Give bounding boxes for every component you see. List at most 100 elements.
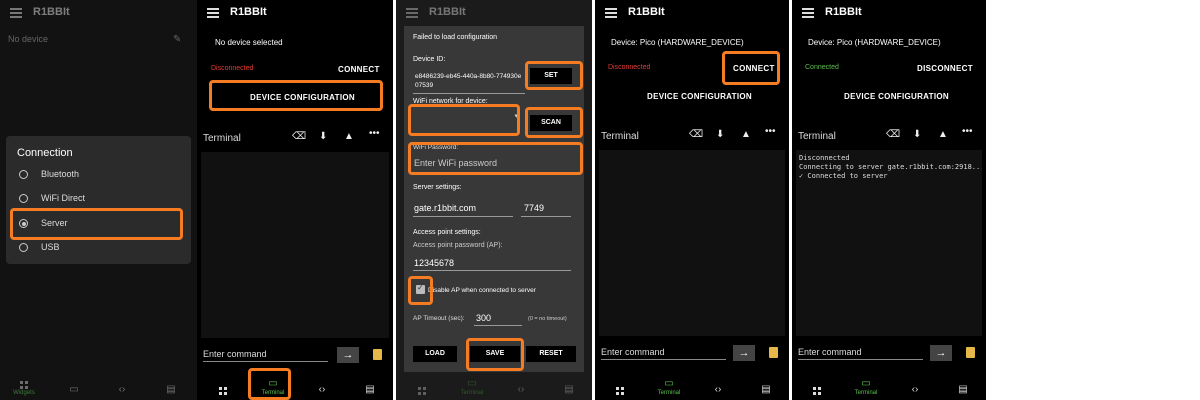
device-id-label: Device ID: xyxy=(413,56,446,63)
nav-widgets[interactable] xyxy=(811,387,823,396)
command-bar: Enter command → xyxy=(595,345,789,367)
menu-icon[interactable] xyxy=(10,8,22,18)
device-config-button[interactable]: DEVICE CONFIGURATION xyxy=(844,92,949,101)
nav-widgets[interactable]: Widgets xyxy=(12,381,36,396)
nav-code[interactable]: ‹› xyxy=(314,384,330,396)
terminal-icon: ▭ xyxy=(664,378,674,389)
nav-terminal[interactable]: ▭ xyxy=(66,384,82,396)
radio-icon[interactable] xyxy=(19,243,28,252)
send-button[interactable]: → xyxy=(930,345,952,361)
log-icon[interactable] xyxy=(966,347,975,358)
ap-password-input[interactable]: 12345678 xyxy=(414,258,454,268)
scroll-down-icon[interactable]: ⬇ xyxy=(716,129,724,140)
nav-docs[interactable]: ▤ xyxy=(955,384,971,396)
document-icon: ▤ xyxy=(564,384,574,395)
terminal-output: Disconnected Connecting to server gate.r… xyxy=(796,150,982,336)
nav-code[interactable]: ‹› xyxy=(513,384,529,396)
reset-button[interactable]: RESET xyxy=(526,346,576,362)
nav-docs[interactable]: ▤ xyxy=(163,384,179,396)
code-icon: ‹› xyxy=(517,384,525,395)
clear-icon[interactable]: ⌫ xyxy=(292,131,306,142)
scroll-up-icon[interactable]: ▲ xyxy=(344,131,354,142)
option-wifi-direct[interactable]: WiFi Direct xyxy=(17,193,177,207)
radio-icon[interactable] xyxy=(19,194,28,203)
terminal-output xyxy=(599,150,785,336)
scroll-up-icon[interactable]: ▲ xyxy=(741,129,751,140)
menu-icon[interactable] xyxy=(802,8,814,18)
menu-icon[interactable] xyxy=(406,8,418,18)
nav-docs[interactable]: ▤ xyxy=(758,384,774,396)
server-port-underline xyxy=(521,216,571,217)
clear-icon[interactable]: ⌫ xyxy=(689,129,703,140)
screen-connection-dialog: R1BBIt No device ✎ Connection Bluetooth … xyxy=(0,0,200,400)
command-input[interactable]: Enter command xyxy=(203,349,328,362)
log-icon[interactable] xyxy=(769,347,778,358)
nav-code[interactable]: ‹› xyxy=(710,384,726,396)
option-usb[interactable]: USB xyxy=(17,242,177,256)
widgets-icon xyxy=(219,387,227,395)
screen-no-device: R1BBIt No device selected Disconnected C… xyxy=(197,0,393,400)
nav-widgets[interactable] xyxy=(416,387,428,396)
connect-button[interactable]: CONNECT xyxy=(338,65,380,74)
document-icon: ▤ xyxy=(761,384,771,395)
no-device-selected: No device selected xyxy=(215,38,283,47)
scroll-up-icon[interactable]: ▲ xyxy=(938,129,948,140)
top-bar: R1BBIt xyxy=(396,0,592,26)
option-bluetooth[interactable]: Bluetooth xyxy=(17,169,177,183)
nav-terminal[interactable]: ▭ Terminal xyxy=(850,378,882,396)
menu-icon[interactable] xyxy=(207,8,219,18)
send-button[interactable]: → xyxy=(337,347,359,363)
disconnect-button[interactable]: DISCONNECT xyxy=(917,64,973,73)
more-icon[interactable]: ••• xyxy=(369,128,380,139)
highlight-server xyxy=(10,208,183,240)
top-bar: R1BBIt xyxy=(792,0,986,26)
status-text: Disconnected xyxy=(211,65,254,72)
nav-terminal[interactable]: ▭ Terminal xyxy=(653,378,685,396)
scroll-down-icon[interactable]: ⬇ xyxy=(319,131,327,142)
nav-code[interactable]: ‹› xyxy=(907,384,923,396)
radio-icon[interactable] xyxy=(19,170,28,179)
clear-icon[interactable]: ⌫ xyxy=(886,129,900,140)
bottom-nav: ▭ Terminal ‹› ▤ xyxy=(197,370,393,400)
highlight-terminal-tab xyxy=(248,368,291,400)
nav-widgets[interactable] xyxy=(217,387,229,396)
nav-docs[interactable]: ▤ xyxy=(561,384,577,396)
send-button[interactable]: → xyxy=(733,345,755,361)
edit-icon[interactable]: ✎ xyxy=(173,34,181,45)
log-icon[interactable] xyxy=(373,349,382,360)
app-title: R1BBIt xyxy=(33,6,70,18)
code-icon: ‹› xyxy=(318,384,326,395)
highlight-wifi-password xyxy=(408,142,583,175)
server-host-underline xyxy=(413,216,513,217)
command-bar: Enter command → xyxy=(197,347,393,369)
server-host-input[interactable]: gate.r1bbit.com xyxy=(414,203,476,213)
nav-code[interactable]: ‹› xyxy=(114,384,130,396)
more-icon[interactable]: ••• xyxy=(765,126,776,137)
scroll-down-icon[interactable]: ⬇ xyxy=(913,129,921,140)
device-name: Device: Pico (HARDWARE_DEVICE) xyxy=(808,38,941,47)
nav-terminal[interactable]: ▭ Terminal xyxy=(456,378,488,396)
document-icon: ▤ xyxy=(166,384,176,395)
widgets-icon xyxy=(616,387,624,395)
server-port-input[interactable]: 7749 xyxy=(524,203,544,213)
nav-widgets[interactable] xyxy=(614,387,626,396)
command-input[interactable]: Enter command xyxy=(798,347,923,360)
device-id-value[interactable]: e8486239-eb45-440a-8b80-774930e07539 xyxy=(415,72,523,90)
app-title: R1BBIt xyxy=(825,6,862,18)
device-config-button[interactable]: DEVICE CONFIGURATION xyxy=(647,92,752,101)
widgets-icon xyxy=(20,381,28,389)
ap-timeout-input[interactable]: 300 xyxy=(476,313,491,323)
highlight-disable-ap xyxy=(408,276,433,305)
more-icon[interactable]: ••• xyxy=(962,126,973,137)
terminal-icon: ▭ xyxy=(69,384,79,395)
menu-icon[interactable] xyxy=(605,8,617,18)
command-input[interactable]: Enter command xyxy=(601,347,726,360)
top-bar: R1BBIt xyxy=(197,0,393,26)
document-icon: ▤ xyxy=(365,384,375,395)
nav-docs[interactable]: ▤ xyxy=(362,384,378,396)
load-button[interactable]: LOAD xyxy=(413,346,457,362)
ap-settings-label: Access point settings: xyxy=(413,229,481,236)
no-device-label: No device xyxy=(8,34,49,44)
log-line: Disconnected xyxy=(799,154,850,162)
status-text: Disconnected xyxy=(608,64,651,71)
